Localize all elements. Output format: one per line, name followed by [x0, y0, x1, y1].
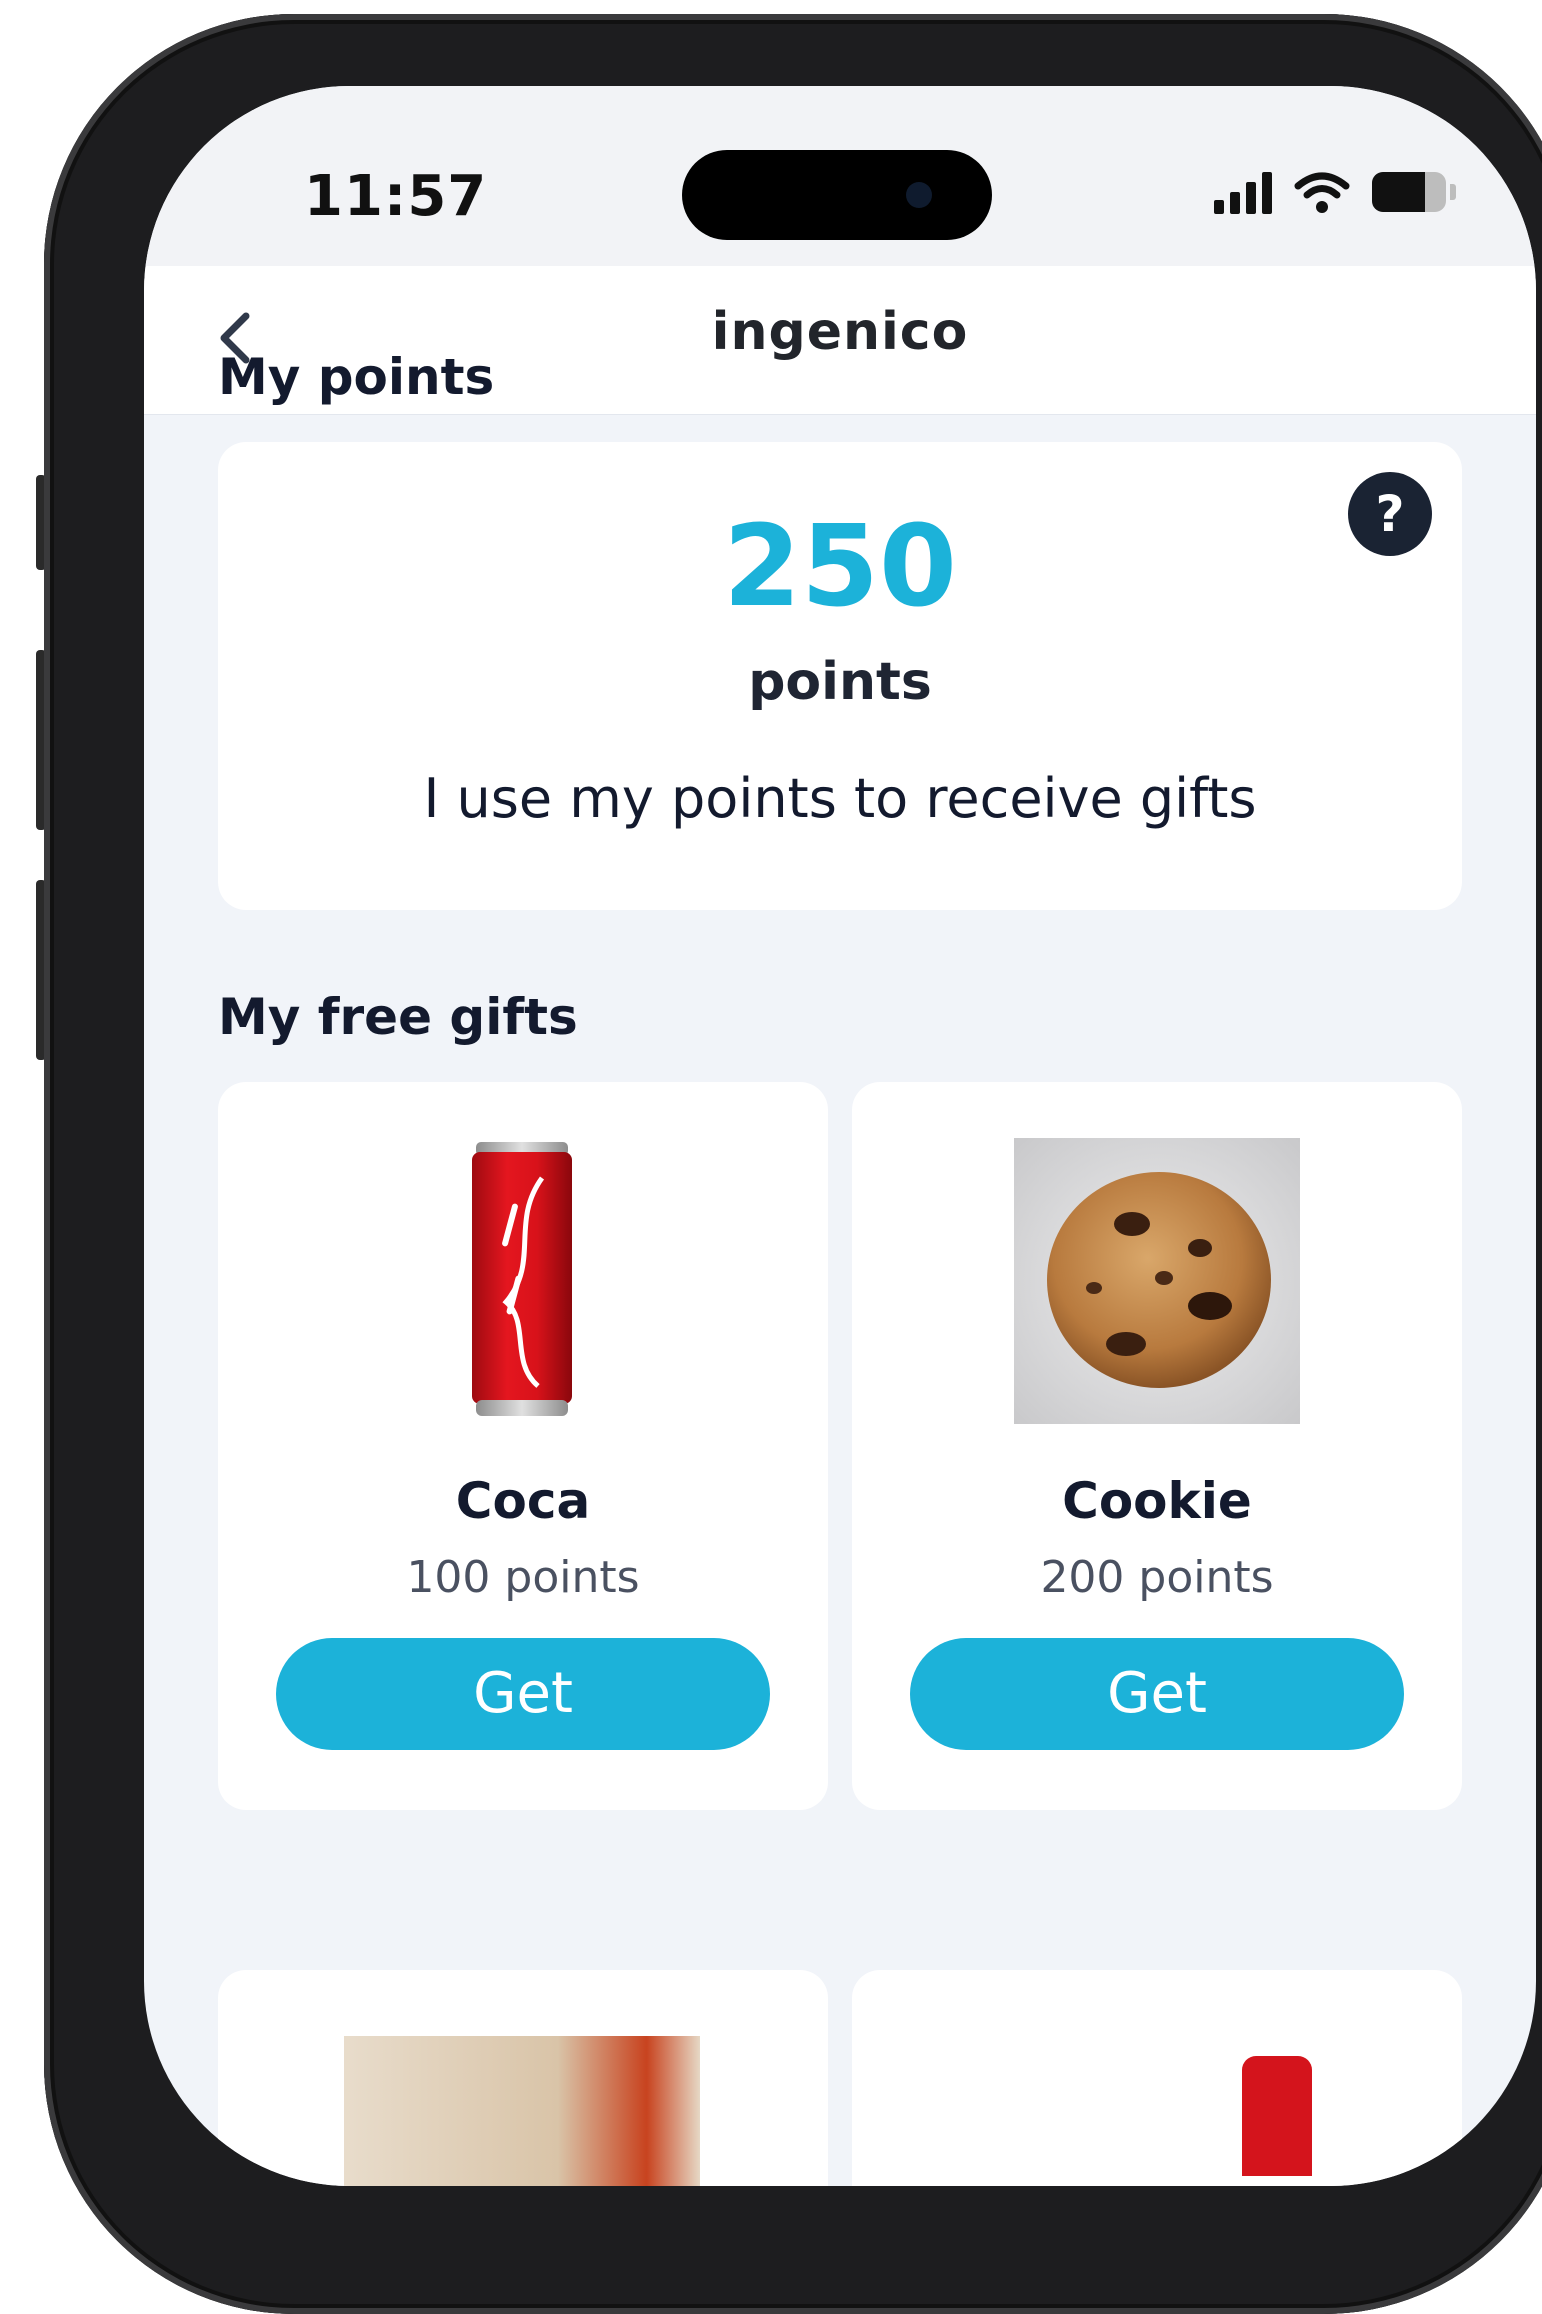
status-time: 11:57 — [304, 164, 488, 229]
get-gift-button[interactable]: Get — [910, 1638, 1404, 1750]
battery-level — [1372, 172, 1426, 212]
get-gift-button[interactable]: Get — [276, 1638, 770, 1750]
camera-icon — [906, 182, 932, 208]
gift-image-partial — [344, 2036, 700, 2186]
battery-icon — [1372, 172, 1456, 212]
gift-card-partial — [852, 1970, 1462, 2186]
gifts-section-title: My free gifts — [218, 988, 578, 1046]
wifi-icon — [1294, 172, 1350, 213]
status-bar: 11:57 — [144, 86, 1536, 266]
points-description: I use my points to receive gifts — [423, 767, 1257, 830]
cookie-image — [1014, 1138, 1300, 1424]
points-section-title: My points — [218, 348, 495, 406]
gift-points: 200 points — [1040, 1552, 1274, 1603]
gift-image-partial — [1242, 2056, 1312, 2176]
points-value: 250 — [723, 502, 957, 632]
status-icons — [1214, 170, 1456, 214]
coca-cola-can-image — [472, 1142, 572, 1416]
dynamic-island — [682, 150, 992, 240]
points-unit: points — [748, 652, 932, 712]
gift-name: Cookie — [1062, 1472, 1252, 1530]
phone-screen: 11:57 ingenico My points ? 250 points I … — [144, 86, 1536, 2186]
signal-icon — [1214, 170, 1272, 214]
phone-frame: 11:57 ingenico My points ? 250 points I … — [44, 14, 1542, 2314]
gift-name: Coca — [455, 1472, 591, 1530]
gift-points: 100 points — [406, 1552, 640, 1603]
points-card: ? 250 points I use my points to receive … — [218, 442, 1462, 910]
gift-card-coca: Coca 100 points Get — [218, 1082, 828, 1810]
gift-card-partial — [218, 1970, 828, 2186]
gift-card-cookie: Cookie 200 points Get — [852, 1082, 1462, 1810]
